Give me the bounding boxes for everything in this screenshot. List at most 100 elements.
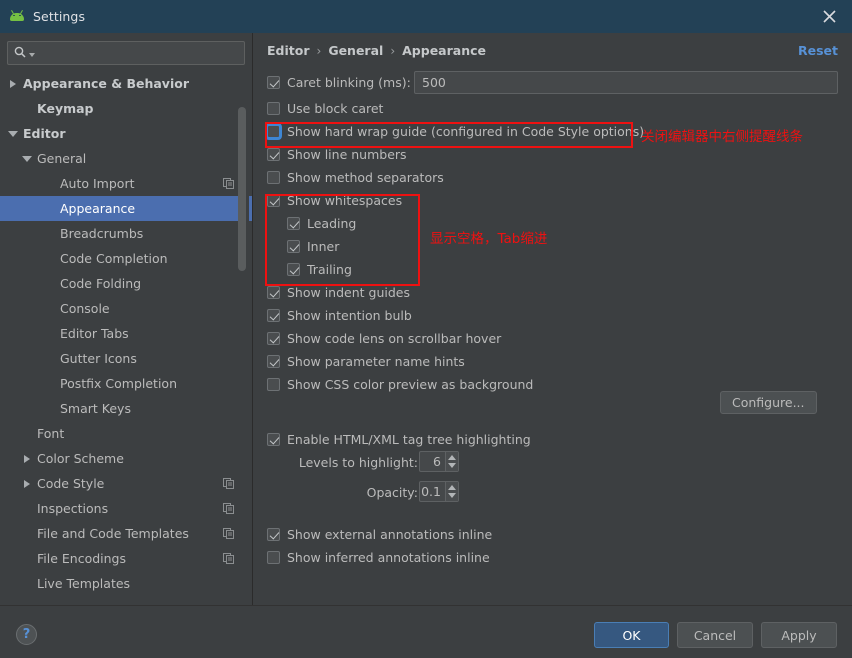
checkbox-show-css-color-preview-as-background[interactable] <box>267 378 280 391</box>
sidebar-item-postfix-completion[interactable]: Postfix Completion <box>0 371 252 396</box>
sidebar-item-code-folding[interactable]: Code Folding <box>0 271 252 296</box>
breadcrumb-item-editor[interactable]: Editor <box>267 43 310 58</box>
chevron-down-icon[interactable] <box>8 128 19 139</box>
checkbox-show-parameter-name-hints[interactable] <box>267 355 280 368</box>
levels-to-highlight-stepper[interactable]: 6 <box>419 451 459 472</box>
copy-settings-icon[interactable] <box>223 178 234 189</box>
option-row-show-css-color-preview-as-background: Show CSS color preview as background <box>254 373 533 396</box>
sidebar-item-appearance-behavior[interactable]: Appearance & Behavior <box>0 71 252 96</box>
help-button[interactable]: ? <box>16 624 37 645</box>
sidebar-item-appearance[interactable]: Appearance <box>0 196 252 221</box>
sidebar-item-file-and-code-templates[interactable]: File and Code Templates <box>0 521 252 546</box>
option-label-show-hard-wrap-guide-configured-in-code-: Show hard wrap guide (configured in Code… <box>287 124 645 139</box>
copy-settings-icon[interactable] <box>223 553 234 564</box>
sidebar-item-font[interactable]: Font <box>0 421 252 446</box>
sidebar-item-label: General <box>37 151 87 166</box>
settings-tree: Appearance & Behavior Keymap Editor General… <box>0 71 252 606</box>
checkbox-show-code-lens-on-scrollbar-hover[interactable] <box>267 332 280 345</box>
close-icon[interactable] <box>806 0 852 33</box>
sidebar-item-general[interactable]: General <box>0 146 252 171</box>
checkbox-trailing[interactable] <box>287 263 300 276</box>
breadcrumb-item-appearance: Appearance <box>402 43 486 58</box>
sidebar-item-label: Gutter Icons <box>60 351 137 366</box>
checkbox-caret-blinking[interactable] <box>267 76 280 89</box>
sidebar-item-keymap[interactable]: Keymap <box>0 96 252 121</box>
sidebar-item-label: Keymap <box>37 101 94 116</box>
sidebar-item-gutter-icons[interactable]: Gutter Icons <box>0 346 252 371</box>
cancel-button[interactable]: Cancel <box>677 622 753 648</box>
sidebar-item-editor[interactable]: Editor <box>0 121 252 146</box>
checkbox-show-intention-bulb[interactable] <box>267 309 280 322</box>
copy-settings-icon[interactable] <box>223 528 234 539</box>
sidebar-item-breadcrumbs[interactable]: Breadcrumbs <box>0 221 252 246</box>
checkbox-external-annotations[interactable] <box>267 528 280 541</box>
checkbox-use-block-caret[interactable] <box>267 102 280 115</box>
option-label-show-code-lens-on-scrollbar-hover: Show code lens on scrollbar hover <box>287 331 502 346</box>
sidebar-scrollbar-track[interactable] <box>238 71 249 606</box>
option-row-show-line-numbers: Show line numbers <box>254 143 407 166</box>
sidebar-item-label: Font <box>37 426 65 441</box>
chevron-right-icon[interactable] <box>8 78 19 89</box>
opacity-label: Opacity: <box>366 485 418 500</box>
checkbox-show-hard-wrap-guide-configured-in-code-[interactable] <box>267 125 280 138</box>
option-row-show-intention-bulb: Show intention bulb <box>254 304 412 327</box>
sidebar-item-code-style[interactable]: Code Style <box>0 471 252 496</box>
option-label-show-whitespaces: Show whitespaces <box>287 193 403 208</box>
sidebar-item-smart-keys[interactable]: Smart Keys <box>0 396 252 421</box>
title-bar: Settings <box>0 0 852 33</box>
sidebar-item-inspections[interactable]: Inspections <box>0 496 252 521</box>
sidebar-item-code-completion[interactable]: Code Completion <box>0 246 252 271</box>
sidebar-item-file-encodings[interactable]: File Encodings <box>0 546 252 571</box>
levels-to-highlight-value: 6 <box>433 454 441 469</box>
chevron-right-icon[interactable] <box>22 478 33 489</box>
checkbox-html-xml-highlighting[interactable] <box>267 433 280 446</box>
checkbox-inner[interactable] <box>287 240 300 253</box>
sidebar-item-label: Auto Import <box>60 176 135 191</box>
apply-button[interactable]: Apply <box>761 622 837 648</box>
option-row-show-whitespaces: Show whitespaces <box>254 189 402 212</box>
sidebar-item-label: File Encodings <box>37 551 127 566</box>
sidebar-scrollbar-thumb[interactable] <box>238 107 246 271</box>
caret-blinking-input[interactable] <box>414 71 838 94</box>
chevron-down-icon[interactable] <box>22 153 33 164</box>
search-input[interactable] <box>35 46 244 60</box>
breadcrumb-item-general[interactable]: General <box>328 43 383 58</box>
option-row-use-block-caret: Use block caret <box>254 97 383 120</box>
checkbox-show-indent-guides[interactable] <box>267 286 280 299</box>
checkbox-leading[interactable] <box>287 217 300 230</box>
option-row-inferred-annotations: Show inferred annotations inline <box>254 546 490 569</box>
ok-button[interactable]: OK <box>594 622 669 648</box>
checkbox-show-line-numbers[interactable] <box>267 148 280 161</box>
sidebar-item-color-scheme[interactable]: Color Scheme <box>0 446 252 471</box>
sidebar-item-auto-import[interactable]: Auto Import <box>0 171 252 196</box>
chevron-right-icon[interactable] <box>22 453 33 464</box>
option-label-show-intention-bulb: Show intention bulb <box>287 308 412 323</box>
option-label-use-block-caret: Use block caret <box>287 101 384 116</box>
stepper-up-icon <box>448 485 456 491</box>
sidebar-item-label: Console <box>60 301 110 316</box>
sidebar-item-console[interactable]: Console <box>0 296 252 321</box>
breadcrumb: Editor › General › Appearance <box>267 43 486 58</box>
sidebar-item-live-templates[interactable]: Live Templates <box>0 571 252 596</box>
levels-to-highlight-label: Levels to highlight: <box>298 455 418 470</box>
reset-link[interactable]: Reset <box>798 43 838 58</box>
opacity-stepper-arrows[interactable] <box>445 482 458 501</box>
search-icon <box>14 46 26 61</box>
configure-button[interactable]: Configure... <box>720 391 817 414</box>
levels-stepper-arrows[interactable] <box>445 452 458 471</box>
checkbox-show-whitespaces[interactable] <box>267 194 280 207</box>
sidebar-item-label: Editor Tabs <box>60 326 129 341</box>
checkbox-show-method-separators[interactable] <box>267 171 280 184</box>
option-label-inner: Inner <box>307 239 340 254</box>
checkbox-inferred-annotations[interactable] <box>267 551 280 564</box>
copy-settings-icon[interactable] <box>223 478 234 489</box>
sidebar-item-editor-tabs[interactable]: Editor Tabs <box>0 321 252 346</box>
search-box[interactable] <box>7 41 245 65</box>
sidebar-item-label: Smart Keys <box>60 401 131 416</box>
opacity-stepper[interactable]: 0.1 <box>419 481 459 502</box>
copy-settings-icon[interactable] <box>223 503 234 514</box>
